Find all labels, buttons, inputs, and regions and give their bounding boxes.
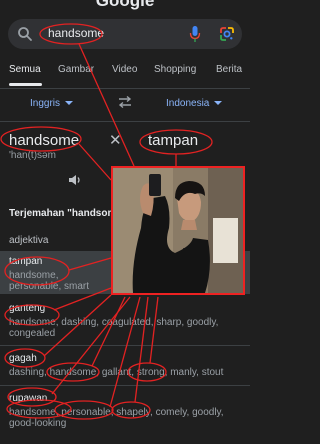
translation-row[interactable]: ganteng handsome, dashing, coagulated, s… — [0, 298, 250, 345]
translation-row[interactable]: rupawan handsome, personable, shapely, c… — [0, 388, 250, 444]
translated-text: tampan — [148, 132, 199, 149]
search-icon[interactable] — [17, 26, 33, 42]
speaker-icon[interactable] — [68, 174, 82, 186]
part-of-speech: adjektiva — [9, 235, 49, 246]
microphone-icon[interactable] — [189, 25, 201, 43]
google-logo[interactable]: Google — [0, 0, 250, 11]
target-language-select[interactable]: Indonesia — [166, 98, 223, 109]
source-text[interactable]: handsome — [9, 132, 79, 149]
translation-word: tampan — [9, 256, 43, 267]
search-bar[interactable]: handsome — [8, 19, 242, 49]
tab-shopping[interactable]: Shopping — [154, 64, 196, 75]
translation-word: rupawan — [9, 393, 48, 404]
chevron-down-icon — [65, 101, 74, 106]
tabs-divider — [0, 88, 250, 89]
translation-synonyms: dashing, handsome, gallant, strong, manl… — [9, 367, 224, 378]
search-input[interactable]: handsome — [48, 26, 104, 40]
translation-synonyms: handsome, personable, shapely, comely, g… — [9, 407, 224, 429]
google-lens-icon[interactable] — [219, 26, 235, 42]
translation-word: gagah — [9, 353, 37, 364]
search-tabs: Semua Gambar Video Shopping Berita — [0, 57, 250, 89]
swap-languages-icon[interactable] — [118, 95, 132, 109]
tab-berita[interactable]: Berita — [216, 64, 242, 75]
mirror-selfie-image — [113, 168, 243, 293]
translations-heading: Terjemahan "handsome" — [9, 208, 127, 219]
source-language-label: Inggris — [30, 98, 61, 109]
source-language-select[interactable]: Inggris — [30, 98, 74, 109]
translation-row[interactable]: gagah dashing, handsome, gallant, strong… — [0, 348, 250, 384]
target-language-label: Indonesia — [166, 98, 210, 109]
row-divider — [0, 385, 250, 386]
active-tab-indicator — [9, 83, 42, 86]
tab-semua[interactable]: Semua — [9, 64, 41, 75]
close-icon[interactable]: ✕ — [109, 131, 122, 149]
row-divider — [0, 345, 250, 346]
overlay-photo — [111, 166, 245, 295]
translation-synonyms: handsome, personable, smart — [9, 270, 90, 292]
translator-divider — [0, 121, 250, 122]
translation-word: ganteng — [9, 303, 46, 314]
tab-gambar[interactable]: Gambar — [58, 64, 94, 75]
translation-synonyms: handsome, dashing, coagulated, sharp, go… — [9, 317, 219, 339]
tab-video[interactable]: Video — [112, 64, 137, 75]
chevron-down-icon — [214, 101, 223, 106]
pronunciation: 'han(t)səm — [9, 150, 56, 161]
